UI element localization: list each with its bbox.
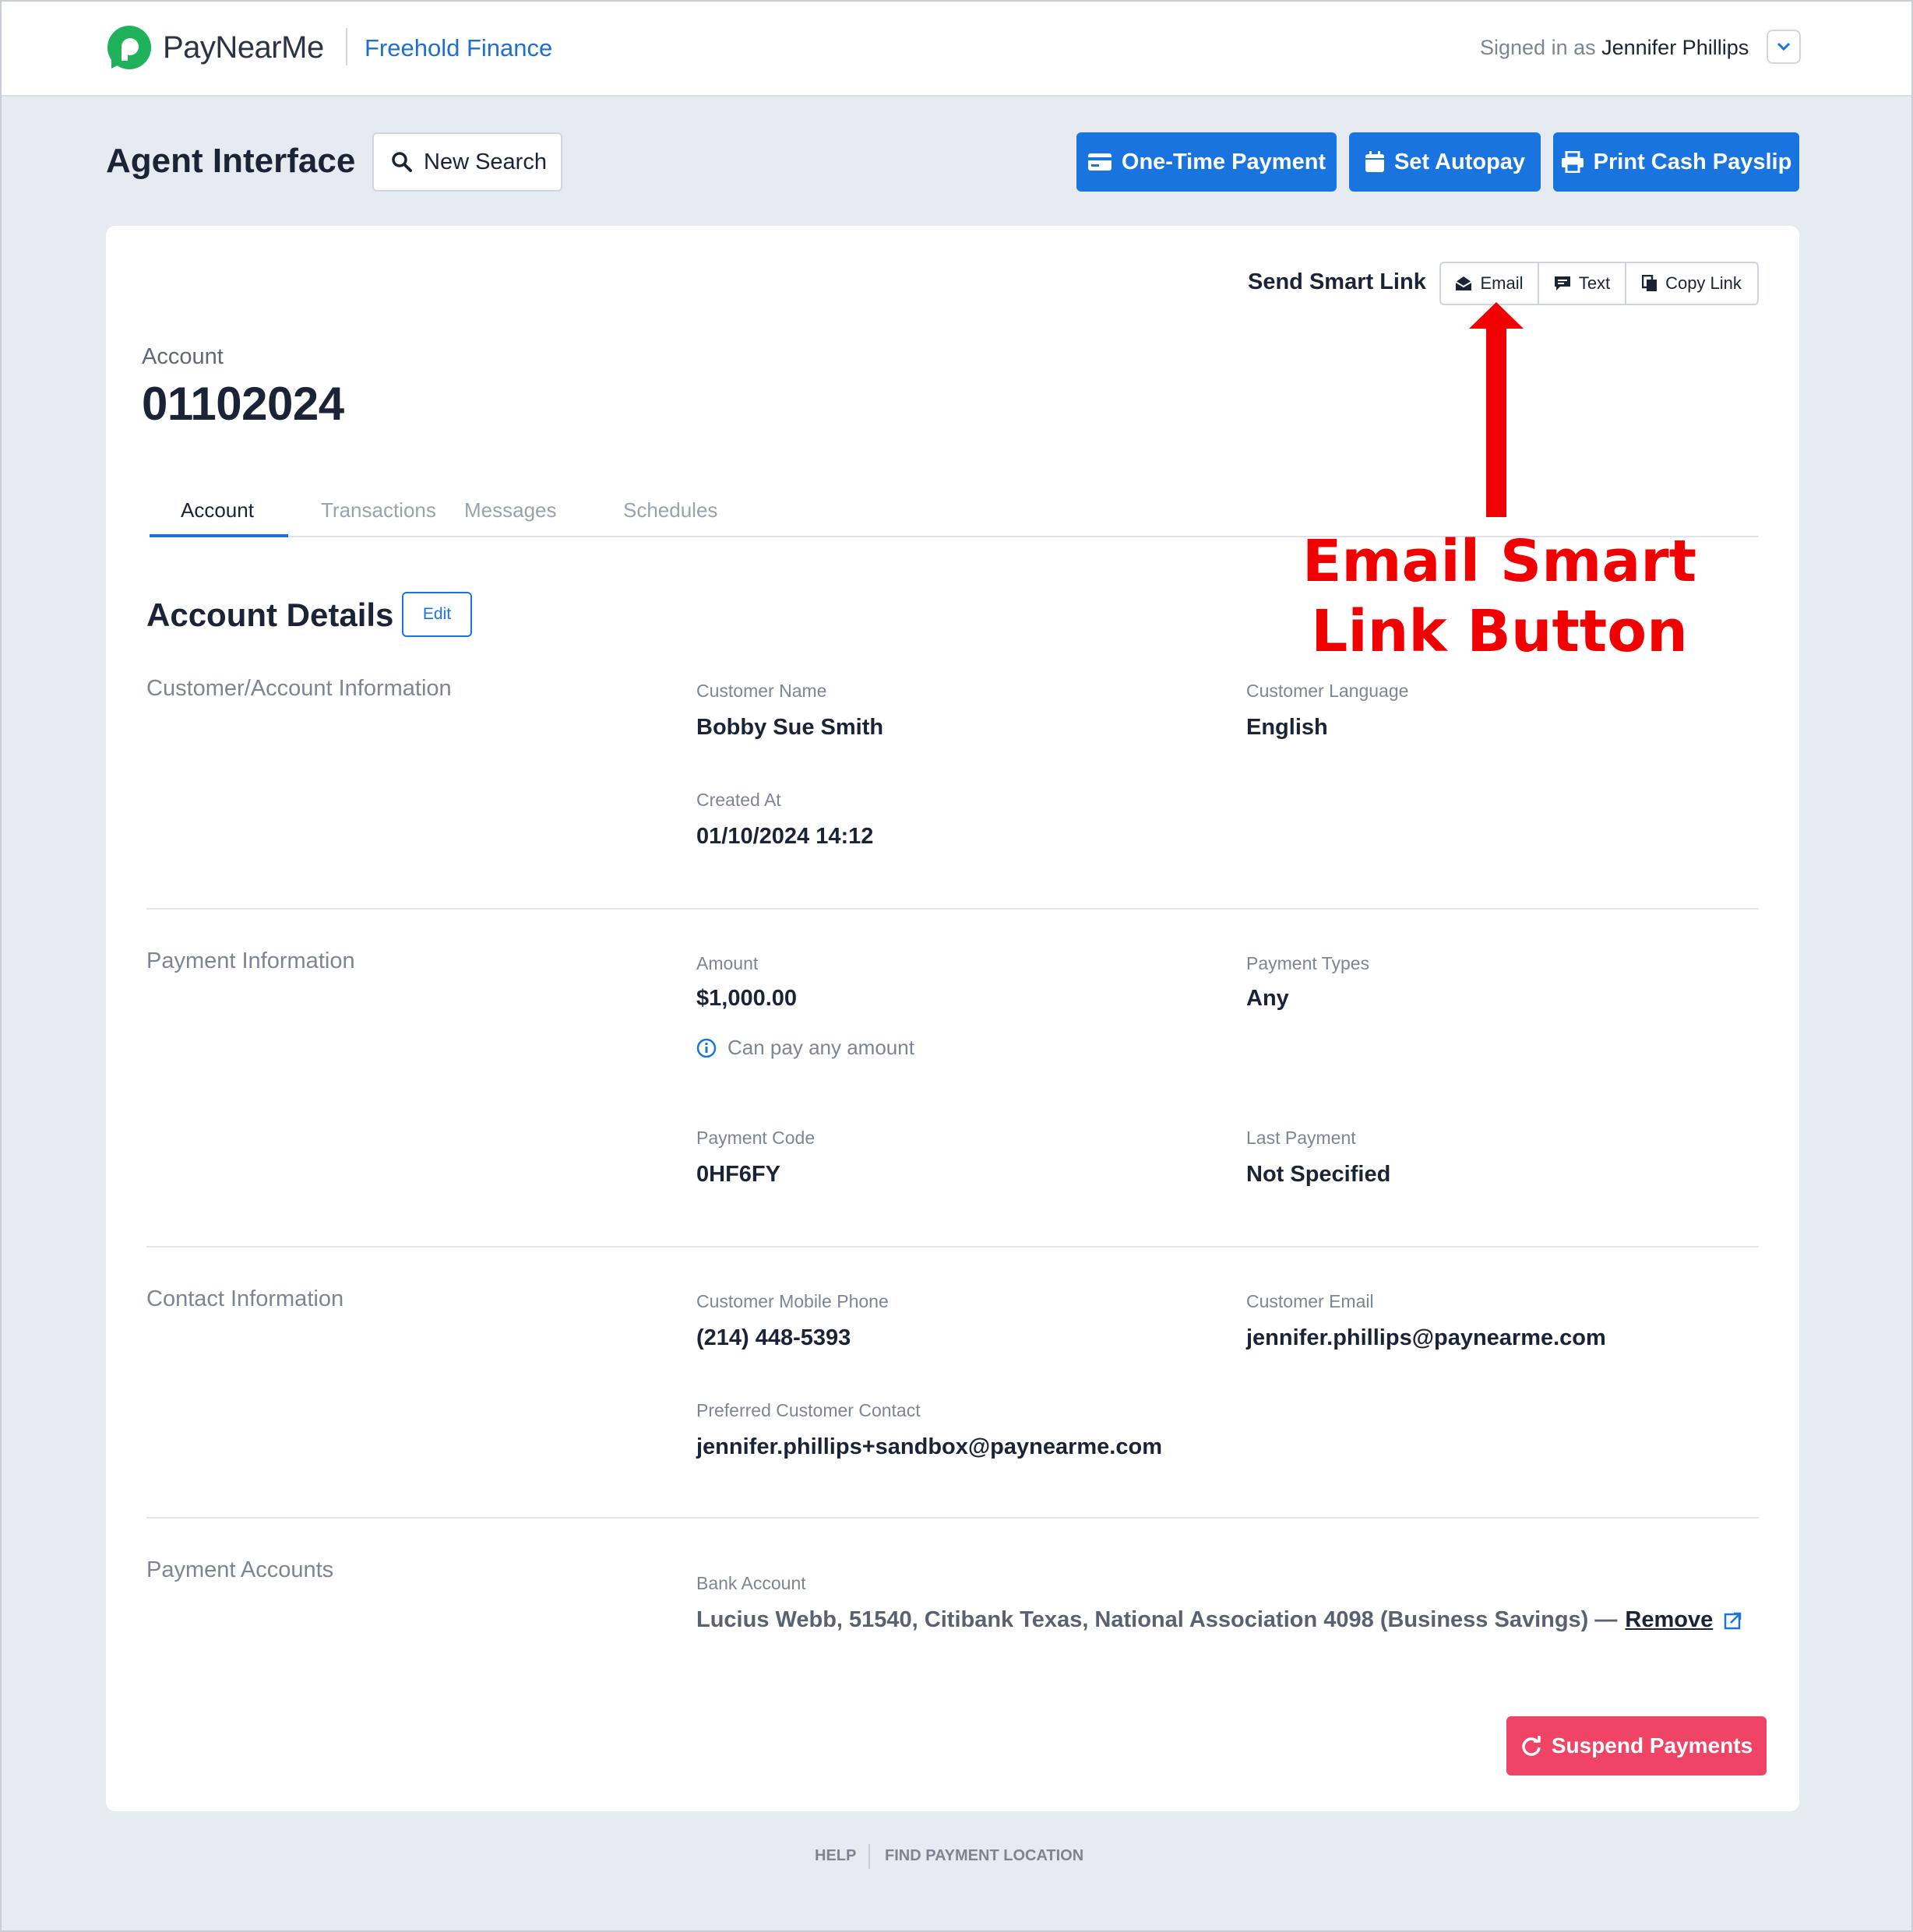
payment-info-section-title: Payment Information	[146, 948, 355, 973]
tab-account[interactable]: Account	[181, 498, 254, 523]
customer-name-value: Bobby Sue Smith	[696, 715, 884, 740]
account-details-title: Account Details	[146, 596, 394, 633]
mobile-phone-value: (214) 448-5393	[696, 1325, 851, 1350]
send-smart-link-label: Send Smart Link	[1248, 269, 1426, 294]
organization-name: Freehold Finance	[365, 34, 553, 62]
refresh-icon	[1522, 1736, 1541, 1756]
envelope-icon	[1455, 276, 1472, 290]
set-autopay-label: Set Autopay	[1393, 149, 1526, 174]
set-autopay-button[interactable]: Set Autopay	[1349, 132, 1541, 192]
account-card: Send Smart Link Email Text Copy Link Acc…	[106, 226, 1799, 1811]
edit-account-button[interactable]: Edit	[402, 592, 472, 637]
section-divider	[146, 908, 1759, 910]
active-tab-indicator	[150, 534, 288, 537]
one-time-payment-label: One-Time Payment	[1121, 149, 1326, 174]
smart-link-button-group: Email Text Copy Link	[1439, 262, 1759, 305]
brand-logo[interactable]: PayNearMe	[107, 25, 324, 70]
payment-types-value: Any	[1246, 986, 1289, 1011]
suspend-payments-label: Suspend Payments	[1551, 1733, 1753, 1758]
contact-info-section-title: Contact Information	[146, 1286, 344, 1311]
customer-info-section-title: Customer/Account Information	[146, 676, 452, 701]
customer-language-label: Customer Language	[1246, 681, 1409, 701]
credit-card-icon	[1087, 153, 1112, 171]
last-payment-label: Last Payment	[1246, 1128, 1356, 1148]
paynearme-logo-icon	[107, 26, 151, 69]
created-at-label: Created At	[696, 790, 781, 810]
footer-divider	[868, 1844, 870, 1869]
user-menu-dropdown[interactable]	[1767, 30, 1801, 64]
copy-smart-link-button[interactable]: Copy Link	[1626, 263, 1757, 304]
annotation-line-1: Email Smart	[1302, 528, 1697, 595]
amount-note: Can pay any amount	[696, 1036, 914, 1060]
email-smart-link-button[interactable]: Email	[1441, 263, 1539, 304]
section-divider	[146, 1246, 1759, 1248]
one-time-payment-button[interactable]: One-Time Payment	[1076, 132, 1337, 192]
annotation-label: Email Smart Link Button	[1293, 526, 1706, 667]
last-payment-value: Not Specified	[1246, 1162, 1391, 1187]
account-label: Account	[142, 344, 224, 369]
search-icon	[392, 152, 412, 172]
logo-divider	[346, 28, 347, 65]
customer-name-label: Customer Name	[696, 681, 827, 701]
mobile-phone-label: Customer Mobile Phone	[696, 1291, 889, 1311]
customer-email-value: jennifer.phillips@paynearme.com	[1246, 1325, 1606, 1350]
amount-label: Amount	[696, 953, 759, 973]
remove-bank-account-link[interactable]: Remove	[1625, 1607, 1713, 1633]
calendar-icon	[1365, 151, 1384, 172]
top-bar: PayNearMe Freehold Finance Signed in as …	[2, 2, 1911, 97]
copy-link-label: Copy Link	[1665, 273, 1742, 293]
text-smart-link-button[interactable]: Text	[1539, 263, 1626, 304]
tab-messages[interactable]: Messages	[464, 498, 557, 523]
preferred-contact-value: jennifer.phillips+sandbox@paynearme.com	[696, 1434, 1162, 1459]
chevron-down-icon	[1777, 42, 1791, 51]
tab-schedules[interactable]: Schedules	[623, 498, 717, 523]
message-icon	[1554, 276, 1570, 290]
customer-language-value: English	[1246, 715, 1328, 740]
payment-code-value: 0HF6FY	[696, 1162, 780, 1187]
created-at-value: 01/10/2024 14:12	[696, 824, 874, 849]
payment-accounts-section-title: Payment Accounts	[146, 1557, 334, 1582]
copy-icon	[1642, 275, 1658, 291]
bank-account-label: Bank Account	[696, 1573, 806, 1593]
customer-email-label: Customer Email	[1246, 1291, 1374, 1311]
footer-help-link[interactable]: HELP	[815, 1847, 856, 1865]
print-cash-payslip-button[interactable]: Print Cash Payslip	[1553, 132, 1799, 192]
account-number: 01102024	[142, 378, 344, 430]
bank-account-row: Lucius Webb, 51540, Citibank Texas, Nati…	[696, 1607, 1742, 1633]
signed-in-user: Jennifer Phillips	[1601, 36, 1749, 59]
payment-code-label: Payment Code	[696, 1128, 816, 1148]
signed-in-prefix: Signed in as	[1480, 36, 1596, 59]
new-search-button[interactable]: New Search	[372, 132, 562, 192]
signed-in-text: Signed in as Jennifer Phillips	[1480, 36, 1749, 60]
info-icon	[696, 1038, 717, 1057]
amount-value: $1,000.00	[696, 986, 798, 1011]
print-cash-payslip-label: Print Cash Payslip	[1593, 149, 1792, 174]
section-divider	[146, 1517, 1759, 1519]
preferred-contact-label: Preferred Customer Contact	[696, 1400, 921, 1420]
annotation-line-2: Link Button	[1311, 598, 1688, 665]
annotation-arrow-icon	[1469, 302, 1524, 517]
brand-name: PayNearMe	[163, 30, 324, 65]
bank-account-value: Lucius Webb, 51540, Citibank Texas, Nati…	[696, 1607, 1618, 1632]
page-title: Agent Interface	[106, 142, 356, 180]
new-search-label: New Search	[424, 149, 547, 174]
text-label: Text	[1578, 273, 1611, 293]
suspend-payments-button[interactable]: Suspend Payments	[1506, 1716, 1767, 1775]
tab-transactions[interactable]: Transactions	[321, 498, 436, 523]
payment-types-label: Payment Types	[1246, 953, 1370, 973]
email-label: Email	[1480, 273, 1524, 293]
external-link-icon[interactable]	[1724, 1611, 1742, 1630]
amount-note-text: Can pay any amount	[728, 1036, 914, 1059]
footer-find-location-link[interactable]: FIND PAYMENT LOCATION	[885, 1847, 1083, 1865]
printer-icon	[1561, 151, 1584, 173]
